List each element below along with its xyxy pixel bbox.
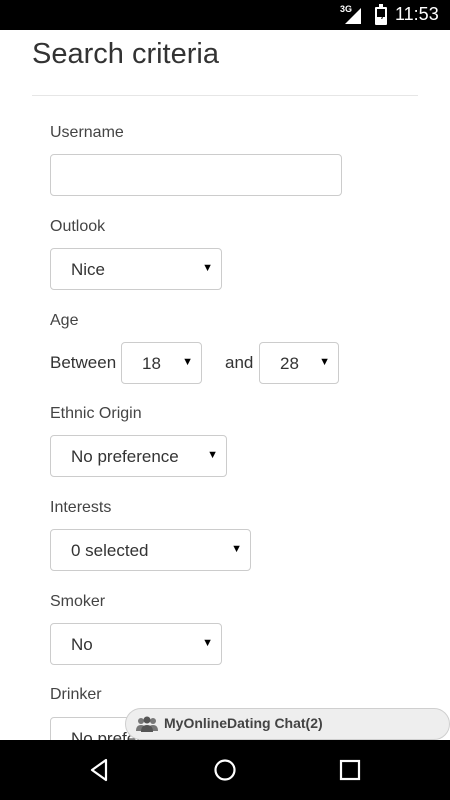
age-max-value: 28	[280, 354, 299, 373]
dropdown-arrow-icon: ▼	[207, 449, 218, 461]
ethnic-origin-value: No preference	[71, 447, 179, 466]
interests-select[interactable]: 0 selected ▼	[50, 529, 251, 571]
back-icon[interactable]	[85, 755, 115, 785]
dropdown-arrow-icon: ▼	[231, 543, 242, 555]
status-bar: 3G ϟ 11:53	[0, 0, 450, 30]
username-label: Username	[50, 124, 124, 141]
ethnic-origin-select[interactable]: No preference ▼	[50, 435, 227, 477]
smoker-value: No	[71, 635, 93, 654]
page-title: Search criteria	[32, 38, 219, 70]
status-time: 11:53	[395, 4, 439, 24]
dropdown-arrow-icon: ▼	[182, 356, 193, 368]
age-max-select[interactable]: 28 ▼	[259, 342, 339, 384]
outlook-value: Nice	[71, 260, 106, 279]
title-divider	[32, 95, 418, 96]
users-group-icon	[136, 716, 158, 732]
dropdown-arrow-icon: ▼	[202, 637, 213, 649]
ethnic-origin-label: Ethnic Origin	[50, 405, 142, 422]
username-input[interactable]	[50, 154, 342, 196]
dropdown-arrow-icon: ▼	[202, 262, 213, 274]
search-form: Search criteria Username Outlook Nice ▼ …	[0, 30, 450, 740]
signal-icon	[345, 8, 361, 24]
navigation-bar	[0, 740, 450, 800]
outlook-label: Outlook	[50, 218, 106, 235]
dropdown-arrow-icon: ▼	[319, 356, 330, 368]
drinker-label: Drinker	[50, 686, 102, 703]
recents-icon[interactable]	[335, 755, 365, 785]
interests-value: 0 selected	[71, 541, 149, 560]
age-min-select[interactable]: 18 ▼	[121, 342, 202, 384]
chat-bar-label: MyOnlineDating Chat(2)	[164, 715, 323, 731]
smoker-label: Smoker	[50, 593, 106, 610]
age-min-value: 18	[142, 354, 161, 373]
interests-label: Interests	[50, 499, 112, 516]
chat-bar-button[interactable]: MyOnlineDating Chat(2)	[125, 708, 450, 740]
age-between-label: Between	[50, 353, 117, 372]
age-label: Age	[50, 312, 79, 329]
age-and-label: and	[225, 353, 254, 372]
smoker-select[interactable]: No ▼	[50, 623, 222, 665]
home-icon[interactable]	[210, 755, 240, 785]
battery-charging-icon: ϟ	[375, 4, 387, 25]
outlook-select[interactable]: Nice ▼	[50, 248, 222, 290]
